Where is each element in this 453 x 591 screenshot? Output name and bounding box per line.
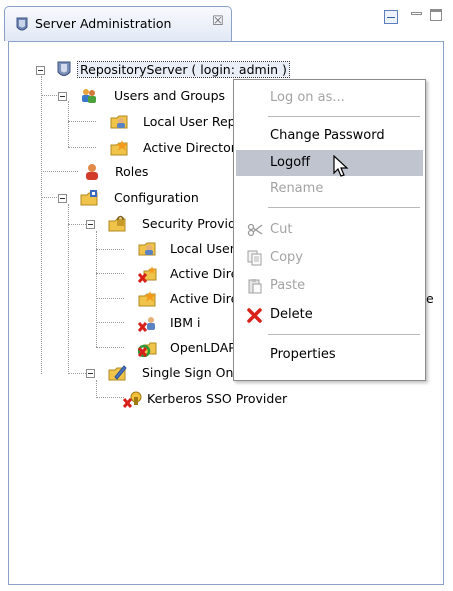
provider-sync-icon bbox=[137, 339, 158, 360]
repository-server-icon bbox=[56, 61, 72, 82]
tab-server-administration[interactable]: Server Administration ☒ bbox=[4, 6, 232, 41]
context-menu: Log on as... Change Password Logoff Rena… bbox=[233, 79, 426, 381]
tree-connector bbox=[41, 171, 78, 172]
tree-connector bbox=[96, 397, 124, 398]
roles-icon bbox=[83, 163, 101, 184]
tree-node-repository-server[interactable]: RepositoryServer ( login: admin ) bbox=[36, 60, 336, 80]
tree-node-single-sign-on[interactable]: Single Sign On bbox=[86, 363, 236, 383]
tree-connector bbox=[96, 347, 124, 348]
tree-connector bbox=[68, 204, 69, 372]
menu-item-log-on-as[interactable]: Log on as... bbox=[236, 85, 423, 111]
node-label: Configuration bbox=[114, 190, 199, 205]
menu-item-label: Logoff bbox=[270, 155, 311, 170]
menu-item-change-password[interactable]: Change Password bbox=[236, 123, 423, 149]
tree-connector bbox=[68, 121, 96, 122]
kerberos-error-icon bbox=[122, 390, 143, 411]
menu-item-label: Properties bbox=[270, 347, 336, 362]
tree-node-sp-active-directory[interactable]: Active Directory bbox=[138, 289, 270, 311]
close-icon[interactable]: ☒ bbox=[212, 14, 224, 29]
tree-connector bbox=[96, 249, 124, 250]
menu-item-cut[interactable]: Cut bbox=[236, 217, 423, 243]
folder-star-icon bbox=[138, 290, 158, 311]
collapse-toggle[interactable] bbox=[86, 369, 95, 378]
node-label: Users and Groups bbox=[114, 88, 226, 103]
folder-star-icon bbox=[110, 139, 130, 160]
delete-icon bbox=[247, 307, 263, 327]
menu-separator bbox=[268, 334, 420, 335]
node-label: Kerberos SSO Provider bbox=[147, 391, 288, 406]
tree-node-configuration[interactable]: Configuration bbox=[58, 188, 248, 208]
tree-node-active-directory[interactable]: Active Directory bbox=[110, 138, 244, 160]
tree-node-kerberos-sso-provider[interactable]: Kerberos SSO Provider bbox=[122, 389, 353, 411]
tree-connector bbox=[68, 147, 96, 148]
menu-item-paste[interactable]: Paste bbox=[236, 273, 423, 299]
menu-item-copy[interactable]: Copy bbox=[236, 245, 423, 271]
server-admin-icon bbox=[15, 17, 29, 36]
tree-node-security-providers[interactable]: Security Providers bbox=[86, 214, 255, 236]
truncated-label-tail: e bbox=[426, 291, 434, 306]
folder-user-icon bbox=[138, 240, 158, 261]
menu-item-label: Delete bbox=[270, 307, 313, 322]
menu-item-label: Paste bbox=[270, 278, 306, 293]
tree-connector bbox=[68, 101, 69, 147]
tab-bar: Server Administration ☒ bbox=[0, 0, 453, 41]
provider-error-icon bbox=[137, 314, 158, 335]
sso-folder-icon bbox=[108, 364, 128, 385]
tree-connector bbox=[96, 322, 124, 323]
node-label: Single Sign On bbox=[142, 365, 234, 380]
node-label: Roles bbox=[115, 164, 149, 179]
menu-separator bbox=[268, 207, 420, 208]
paste-icon bbox=[247, 278, 263, 298]
node-label: RepositoryServer ( login: admin ) bbox=[77, 61, 290, 78]
tree-node-sp-active-directory-error[interactable]: Active Directory bbox=[137, 264, 270, 286]
menu-item-label: Cut bbox=[270, 222, 293, 237]
collapse-toggle[interactable] bbox=[58, 194, 67, 203]
mouse-pointer-icon bbox=[333, 154, 349, 182]
security-folder-icon bbox=[108, 215, 128, 236]
menu-item-properties[interactable]: Properties bbox=[236, 342, 423, 368]
collapse-toggle[interactable] bbox=[58, 92, 67, 101]
node-label: Local User bbox=[170, 241, 235, 256]
maximize-view-button[interactable] bbox=[430, 9, 442, 21]
menu-item-delete[interactable]: Delete bbox=[236, 302, 423, 328]
folder-user-icon bbox=[110, 113, 130, 134]
users-and-groups-icon bbox=[80, 87, 98, 108]
menu-separator bbox=[268, 116, 420, 117]
collapse-toggle[interactable] bbox=[86, 220, 95, 229]
tree-node-sp-ibm-i[interactable]: IBM i bbox=[137, 313, 238, 335]
tab-title: Server Administration bbox=[35, 16, 172, 31]
tree-connector bbox=[41, 197, 59, 198]
collapse-all-button[interactable] bbox=[384, 10, 398, 24]
node-label: IBM i bbox=[170, 315, 201, 330]
menu-item-label: Copy bbox=[270, 250, 303, 265]
tree-node-users-and-groups[interactable]: Users and Groups bbox=[58, 86, 238, 106]
copy-icon bbox=[247, 250, 263, 270]
menu-item-rename[interactable]: Rename bbox=[236, 176, 423, 202]
collapse-toggle[interactable] bbox=[36, 66, 45, 75]
menu-item-logoff[interactable]: Logoff bbox=[236, 150, 423, 176]
configuration-folder-icon bbox=[80, 189, 100, 210]
node-label: Active Directory bbox=[143, 140, 244, 155]
tree-connector bbox=[96, 298, 124, 299]
menu-item-label: Change Password bbox=[270, 128, 385, 143]
tree-node-local-user-repository[interactable]: Local User Repository bbox=[110, 112, 278, 134]
provider-error-icon bbox=[137, 265, 158, 286]
tree-connector bbox=[96, 273, 124, 274]
scissors-icon bbox=[247, 222, 263, 242]
tree-connector bbox=[41, 95, 59, 96]
tree-node-sp-local-user[interactable]: Local User bbox=[138, 239, 238, 259]
server-administration-view: Server Administration ☒ RepositoryServer… bbox=[0, 0, 453, 591]
menu-item-label: Log on as... bbox=[270, 90, 345, 105]
menu-item-label: Rename bbox=[270, 181, 324, 196]
tree-connector bbox=[68, 224, 86, 225]
node-label: OpenLDAP bbox=[170, 340, 236, 355]
tree-connector bbox=[41, 76, 42, 374]
tree-node-sp-openldap[interactable]: OpenLDAP bbox=[137, 338, 238, 360]
minimize-view-button[interactable] bbox=[411, 12, 422, 15]
tree-connector bbox=[68, 373, 86, 374]
tree-node-roles[interactable]: Roles bbox=[83, 162, 183, 182]
